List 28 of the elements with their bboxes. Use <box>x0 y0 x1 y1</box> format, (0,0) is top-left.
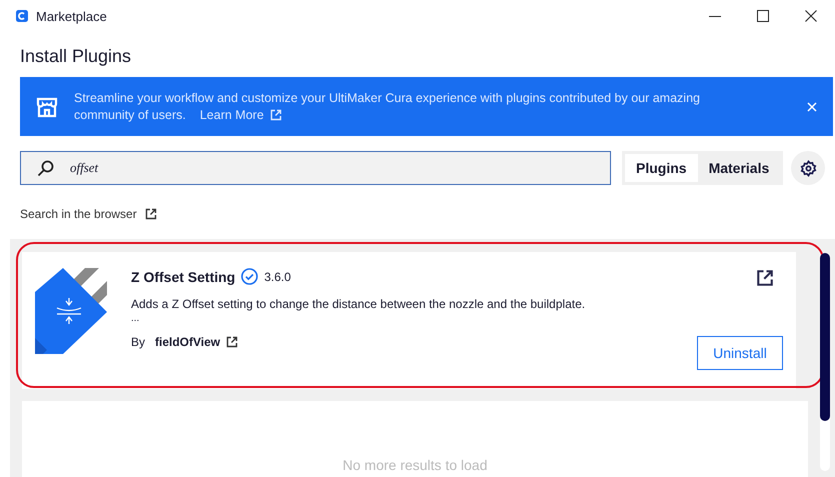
plugin-name: Z Offset Setting <box>131 268 236 284</box>
description-ellipsis: ... <box>131 313 140 325</box>
end-message: No more results to load <box>342 457 488 473</box>
maximize-icon[interactable] <box>757 10 769 22</box>
author-link[interactable]: fieldOfView <box>155 335 220 349</box>
external-link-icon[interactable] <box>144 208 157 220</box>
page-heading: Install Plugins <box>20 46 132 67</box>
learn-more-link[interactable]: Learn More <box>200 106 282 124</box>
plugin-version: 3.6.0 <box>264 270 291 284</box>
scrollbar-track[interactable] <box>820 253 830 471</box>
store-icon <box>36 96 58 118</box>
close-icon[interactable] <box>805 10 817 22</box>
settings-icon <box>800 160 817 176</box>
tab[interactable]: Plugins <box>625 154 698 182</box>
window-title: Marketplace <box>36 8 108 24</box>
external-link-icon[interactable] <box>756 269 774 287</box>
tab[interactable]: Materials <box>698 154 780 182</box>
external-link-icon[interactable] <box>226 336 238 348</box>
browser-search-link[interactable]: Search in the browser <box>20 207 137 221</box>
scrollbar-thumb[interactable] <box>820 253 830 421</box>
banner-text: Streamline your workflow and customize your UltiMaker Cura experience with plugins contributed by our amazing community of users. Learn More <box>74 90 701 124</box>
search-field[interactable]: offset <box>20 151 611 185</box>
search-icon <box>37 160 54 176</box>
settings-button[interactable] <box>791 151 826 185</box>
app-logo-icon <box>16 10 28 22</box>
author-label: By <box>131 335 146 349</box>
plugin-description: Adds a Z Offset setting to change the distance between the nozzle and the buildplate. <box>131 297 586 311</box>
uninstall-button[interactable]: Uninstall <box>697 336 783 370</box>
